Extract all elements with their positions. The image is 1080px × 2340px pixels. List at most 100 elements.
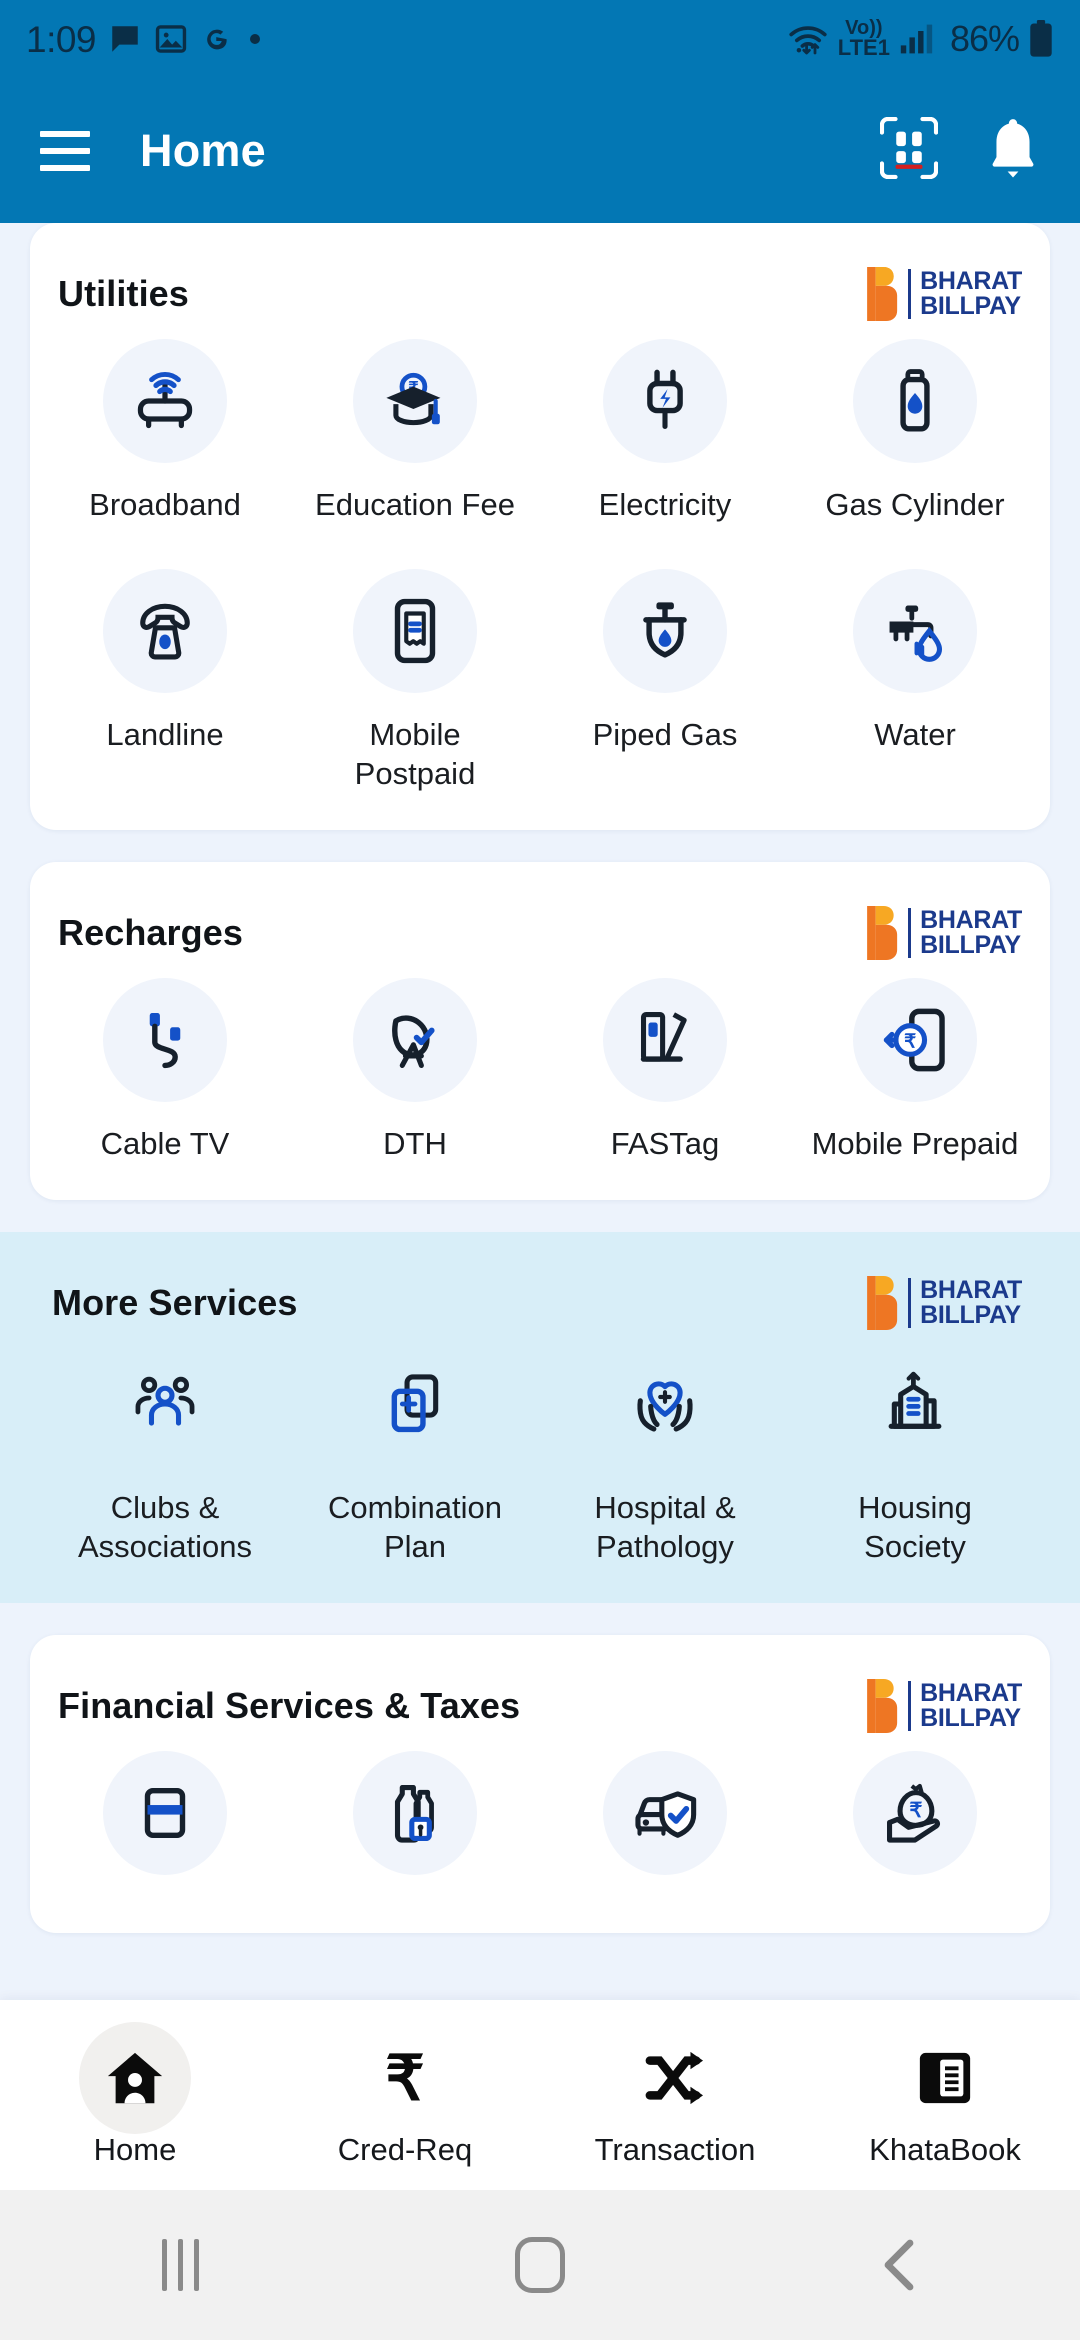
loan-money-bag-icon: ₹ bbox=[853, 1751, 977, 1876]
recharges-grid: Cable TV DTH FASTag ₹ Mobile Prepaid bbox=[30, 968, 1050, 1200]
hands-heart-care-icon bbox=[603, 1342, 727, 1466]
tile-fastag[interactable]: FASTag bbox=[540, 978, 790, 1164]
tile-clubs-associations[interactable]: Clubs & Associations bbox=[40, 1342, 290, 1567]
message-icon bbox=[108, 22, 142, 56]
battery-percent-label: 86% bbox=[949, 17, 1020, 59]
bottom-nav-label: Transaction bbox=[594, 2132, 756, 2167]
svg-text:₹: ₹ bbox=[385, 2047, 424, 2109]
financial-services-grid: ₹ bbox=[30, 1741, 1050, 1933]
tile-education-fee[interactable]: ₹ Education Fee bbox=[290, 339, 540, 525]
section-header: More Services BHARAT BILLPAY bbox=[0, 1232, 1080, 1338]
shuffle-arrows-icon bbox=[619, 2022, 731, 2134]
tile-broadband[interactable]: Broadband bbox=[40, 339, 290, 525]
section-recharges: Recharges BHARAT BILLPAY Cable TV DTH FA… bbox=[30, 862, 1050, 1200]
mobile-rupee-recharge-icon: ₹ bbox=[853, 978, 977, 1103]
electric-plug-icon bbox=[603, 339, 727, 463]
wifi-icon bbox=[787, 22, 829, 56]
utilities-grid: Broadband ₹ Education Fee bbox=[30, 329, 1050, 830]
section-title-financial-services: Financial Services & Taxes bbox=[58, 1685, 521, 1727]
tile-label: Housing Society bbox=[858, 1489, 972, 1565]
bbps-line-2: BILLPAY bbox=[920, 931, 1021, 960]
toll-booth-icon bbox=[603, 978, 727, 1103]
tile-gas-cylinder[interactable]: Gas Cylinder bbox=[790, 339, 1040, 525]
cable-connector-icon bbox=[103, 978, 227, 1103]
tile-label: Electricity bbox=[598, 487, 732, 522]
tile-label: Broadband bbox=[89, 487, 241, 522]
tile-housing-society[interactable]: Housing Society bbox=[790, 1342, 1040, 1567]
tile-cable-tv[interactable]: Cable TV bbox=[40, 978, 290, 1164]
bbps-divider bbox=[908, 1681, 912, 1732]
bottom-nav-label: Cred-Req bbox=[337, 2132, 473, 2167]
bbps-b-icon bbox=[867, 1679, 899, 1734]
tile-hospital-pathology[interactable]: Hospital & Pathology bbox=[540, 1342, 790, 1567]
bell-icon[interactable] bbox=[986, 117, 1040, 184]
google-icon bbox=[200, 23, 232, 55]
volte-label-bottom: LTE1 bbox=[837, 35, 890, 61]
bbps-line-1: BHARAT bbox=[920, 1679, 1022, 1708]
status-bar-right: Vo)) LTE1 86% bbox=[787, 17, 1054, 61]
tile-milk-dairy[interactable] bbox=[290, 1751, 540, 1897]
mobile-bill-icon bbox=[353, 568, 477, 693]
tile-credit-card[interactable] bbox=[40, 1751, 290, 1897]
vehicle-insurance-icon bbox=[603, 1751, 727, 1876]
bbps-line-2: BILLPAY bbox=[920, 1704, 1021, 1733]
apartment-building-icon bbox=[853, 1342, 977, 1466]
tile-label: Landline bbox=[106, 716, 224, 752]
bottom-nav-label: Home bbox=[93, 2132, 177, 2167]
bbps-line-2: BILLPAY bbox=[920, 1300, 1021, 1329]
section-header: Financial Services & Taxes BHARAT BILLPA… bbox=[30, 1635, 1050, 1741]
volte-icon: Vo)) LTE1 bbox=[837, 18, 890, 61]
bbps-text: BHARAT BILLPAY bbox=[920, 1681, 1022, 1731]
bottom-nav-item-transaction[interactable]: Transaction bbox=[540, 2022, 810, 2168]
tile-water[interactable]: Water bbox=[790, 568, 1040, 794]
tile-electricity[interactable]: Electricity bbox=[540, 339, 790, 525]
tile-landline[interactable]: Landline bbox=[40, 568, 290, 794]
bottom-nav-item-cred-req[interactable]: ₹ Cred-Req bbox=[270, 2022, 540, 2168]
rupee-icon: ₹ bbox=[349, 2022, 461, 2134]
bbps-b-icon bbox=[867, 906, 899, 961]
tile-label: Cable TV bbox=[100, 1126, 230, 1162]
section-header: Utilities BHARAT BILLPAY bbox=[30, 223, 1050, 329]
tile-vehicle-insurance[interactable] bbox=[540, 1751, 790, 1897]
tile-label: DTH bbox=[383, 1126, 447, 1162]
credit-card-icon bbox=[103, 1751, 227, 1876]
satellite-dish-icon bbox=[353, 978, 477, 1103]
broadband-router-icon bbox=[103, 339, 227, 463]
tile-dth[interactable]: DTH bbox=[290, 978, 540, 1164]
bottom-nav-item-khatabook[interactable]: KhataBook bbox=[810, 2022, 1080, 2168]
gas-cylinder-icon bbox=[853, 339, 977, 463]
home-pill-icon[interactable] bbox=[450, 2190, 630, 2340]
bbps-text: BHARAT BILLPAY bbox=[920, 1277, 1022, 1329]
bottom-nav-item-home[interactable]: Home bbox=[0, 2022, 270, 2168]
tile-loan-repayment[interactable]: ₹ bbox=[790, 1751, 1040, 1897]
tile-label: FASTag bbox=[610, 1126, 720, 1162]
tile-combination-plan[interactable]: Combination Plan bbox=[290, 1342, 540, 1567]
bharat-billpay-logo: BHARAT BILLPAY bbox=[867, 1275, 1022, 1330]
tile-mobile-postpaid[interactable]: Mobile Postpaid bbox=[290, 568, 540, 794]
app-screen: 1:09 Vo)) LTE1 86% Home Utilities BHARAT… bbox=[0, 0, 1080, 2340]
bharat-billpay-logo: BHARAT BILLPAY bbox=[867, 267, 1022, 321]
bharat-billpay-logo: BHARAT BILLPAY bbox=[867, 906, 1022, 961]
section-title-more-services: More Services bbox=[52, 1281, 298, 1323]
bottom-navigation-bar: Home ₹ Cred-Req Transaction KhataBook bbox=[0, 2000, 1080, 2190]
back-chevron-icon[interactable] bbox=[810, 2190, 990, 2340]
status-bar: 1:09 Vo)) LTE1 86% bbox=[0, 0, 1080, 78]
piped-gas-icon bbox=[603, 568, 727, 693]
more-services-grid: Clubs & Associations Combination Plan Ho… bbox=[0, 1338, 1080, 1577]
bbps-text: BHARAT BILLPAY bbox=[920, 908, 1022, 958]
milk-bottles-icon bbox=[353, 1751, 477, 1876]
bbps-divider bbox=[908, 1277, 912, 1328]
combination-plan-icon bbox=[353, 1342, 477, 1466]
tile-label: Water bbox=[874, 716, 956, 752]
hamburger-menu-icon[interactable] bbox=[40, 130, 90, 171]
qr-scanner-icon[interactable] bbox=[879, 116, 939, 184]
app-bar: Home bbox=[0, 78, 1080, 223]
svg-text:₹: ₹ bbox=[904, 1031, 916, 1052]
graduation-cap-rupee-icon: ₹ bbox=[353, 339, 477, 463]
tile-piped-gas[interactable]: Piped Gas bbox=[540, 568, 790, 794]
tile-mobile-prepaid[interactable]: ₹ Mobile Prepaid bbox=[790, 978, 1040, 1164]
bbps-line-1: BHARAT bbox=[920, 267, 1022, 295]
landline-telephone-icon bbox=[103, 568, 227, 693]
people-group-icon bbox=[103, 1342, 227, 1466]
recents-icon[interactable] bbox=[90, 2190, 270, 2340]
